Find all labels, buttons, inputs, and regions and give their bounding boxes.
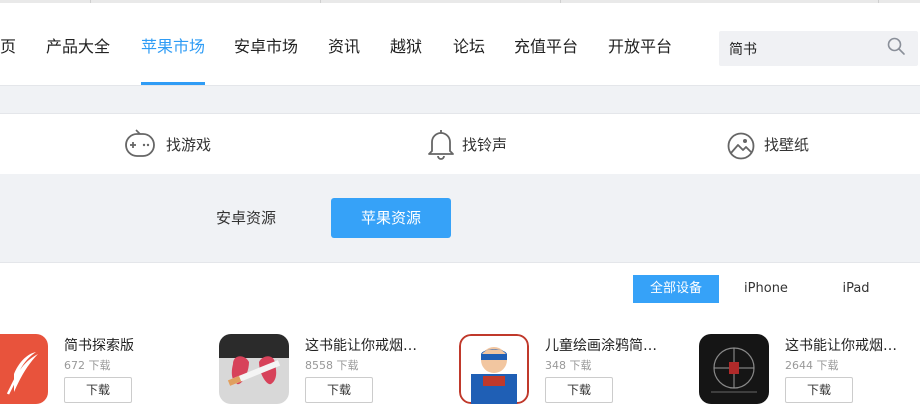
apple-resources-tab[interactable]: 苹果资源 xyxy=(331,198,451,238)
app-downloads: 8558 下载 xyxy=(305,359,359,372)
device-tab-ipad[interactable]: iPad xyxy=(821,275,891,303)
source-switch-band: 安卓资源 苹果资源 xyxy=(0,174,920,263)
category-label: 找铃声 xyxy=(462,136,508,154)
category-label: 找壁纸 xyxy=(764,136,810,154)
download-button[interactable]: 下载 xyxy=(64,377,132,403)
download-button[interactable]: 下载 xyxy=(545,377,613,403)
download-button[interactable]: 下载 xyxy=(305,377,373,403)
dark-book-icon[interactable] xyxy=(699,334,769,404)
search-icon[interactable] xyxy=(886,36,906,56)
category-wallpapers[interactable]: 找壁纸 xyxy=(724,114,834,174)
app-downloads: 672 下载 xyxy=(64,359,111,372)
nav-item-forum[interactable]: 论坛 xyxy=(453,33,485,57)
app-downloads: 2644 下载 xyxy=(785,359,839,372)
search-input[interactable] xyxy=(729,39,879,59)
category-games[interactable]: 找游戏 xyxy=(120,114,230,174)
active-tab-indicator xyxy=(141,82,205,85)
app-name[interactable]: 儿童绘画涂鸦简… xyxy=(545,335,657,355)
nav-item-news[interactable]: 资讯 xyxy=(328,33,360,57)
nav-item-apple-market[interactable]: 苹果市场 xyxy=(141,33,205,57)
app-name[interactable]: 这书能让你戒烟… xyxy=(785,335,897,355)
superhero-icon[interactable] xyxy=(459,334,529,404)
device-tab-iphone[interactable]: iPhone xyxy=(731,275,801,303)
main-nav: 页 产品大全 苹果市场 安卓市场 资讯 越狱 论坛 充值平台 开放平台 xyxy=(0,3,920,86)
nav-item-home[interactable]: 页 xyxy=(0,33,16,57)
nav-item-recharge[interactable]: 充值平台 xyxy=(514,33,578,57)
gamepad-icon xyxy=(125,129,155,157)
app-list-section: 全部设备 iPhone iPad 简书探索版 672 下载 下载 这书能让你戒烟… xyxy=(0,263,920,404)
quit-smoking-icon[interactable] xyxy=(219,334,289,404)
category-bar: 找游戏 找铃声 找壁纸 xyxy=(0,113,920,175)
app-downloads: 348 下载 xyxy=(545,359,592,372)
bell-icon xyxy=(428,130,454,160)
category-label: 找游戏 xyxy=(166,136,212,154)
download-button[interactable]: 下载 xyxy=(785,377,853,403)
app-name[interactable]: 这书能让你戒烟… xyxy=(305,335,417,355)
android-resources-tab[interactable]: 安卓资源 xyxy=(196,198,296,238)
wallpaper-icon xyxy=(727,132,755,160)
device-tab-all[interactable]: 全部设备 xyxy=(633,275,719,303)
nav-item-products[interactable]: 产品大全 xyxy=(46,33,110,57)
feather-logo-icon[interactable] xyxy=(0,334,48,404)
spacer-band xyxy=(0,86,920,113)
category-ringtones[interactable]: 找铃声 xyxy=(424,114,534,174)
nav-item-android-market[interactable]: 安卓市场 xyxy=(234,33,298,57)
nav-item-jailbreak[interactable]: 越狱 xyxy=(390,33,422,57)
nav-item-open-platform[interactable]: 开放平台 xyxy=(608,33,672,57)
app-name[interactable]: 简书探索版 xyxy=(64,335,134,355)
